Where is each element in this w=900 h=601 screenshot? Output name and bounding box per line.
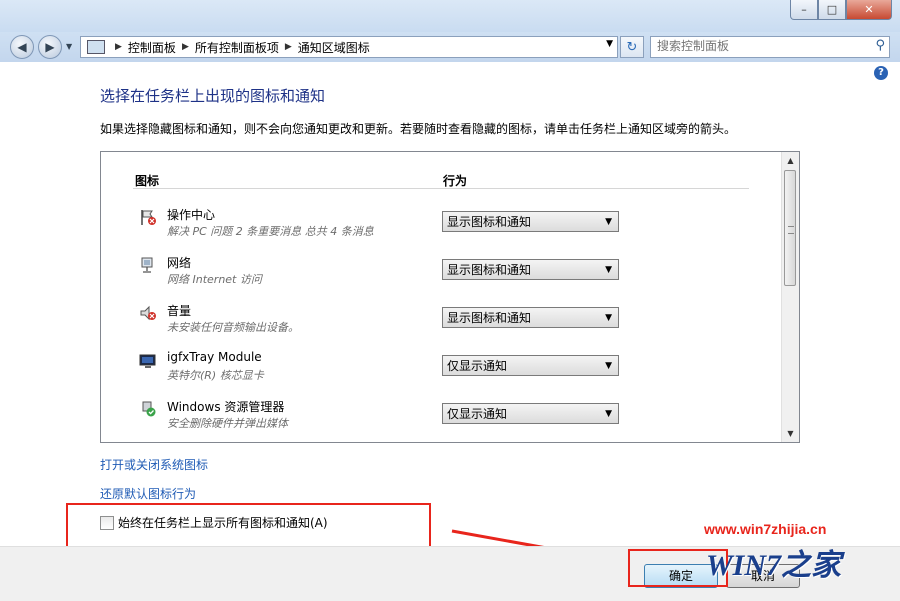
forward-button[interactable]: ▶ <box>38 35 62 59</box>
watermark-logo: WIN7之家 <box>706 549 842 582</box>
behavior-select[interactable]: 仅显示通知 ▼ <box>442 355 619 376</box>
behavior-select[interactable]: 仅显示通知 ▼ <box>442 403 619 424</box>
behavior-value: 仅显示通知 <box>447 359 508 373</box>
chevron-down-icon: ▼ <box>605 217 612 227</box>
title-bar: – □ ✕ <box>0 0 900 32</box>
search-box: ⚲ <box>650 36 890 58</box>
list-item: 网络 网络 Internet 访问 显示图标和通知 ▼ <box>101 254 771 300</box>
system-icons-link[interactable]: 打开或关闭系统图标 <box>100 456 208 473</box>
close-button[interactable]: ✕ <box>846 0 892 20</box>
behavior-select[interactable]: 显示图标和通知 ▼ <box>442 259 619 280</box>
breadcrumb-notification-icons[interactable]: 通知区域图标 <box>298 39 370 56</box>
column-header-behavior: 行为 <box>443 174 468 188</box>
item-name: 网络 <box>167 256 192 270</box>
item-description: 网络 Internet 访问 <box>167 273 262 286</box>
item-description: 解决 PC 问题 2 条重要消息 总共 4 条消息 <box>167 225 374 238</box>
column-header-icon: 图标 <box>135 174 160 188</box>
list-item: 音量 未安装任何音频输出设备。 显示图标和通知 ▼ <box>101 302 771 348</box>
search-icon[interactable]: ⚲ <box>875 38 885 53</box>
chevron-down-icon[interactable]: ▼ <box>606 39 613 49</box>
watermark-url: www.win7zhijia.cn <box>704 521 827 537</box>
main-content: ? 选择在任务栏上出现的图标和通知 如果选择隐藏图标和通知，则不会向您通知更改和… <box>0 62 900 546</box>
address-bar[interactable]: ▶ 控制面板 ▶ 所有控制面板项 ▶ 通知区域图标 ▼ <box>80 36 618 58</box>
flag-icon <box>141 210 156 225</box>
safe-remove-icon <box>142 401 156 417</box>
control-panel-icon <box>87 40 105 54</box>
item-description: 未安装任何音频输出设备。 <box>167 321 299 334</box>
chevron-down-icon: ▼ <box>605 265 612 275</box>
item-name: igfxTray Module <box>167 350 262 364</box>
chevron-right-icon[interactable]: ▶ <box>115 42 122 52</box>
behavior-value: 仅显示通知 <box>447 407 508 421</box>
annotation-box <box>66 503 431 548</box>
page-title: 选择在任务栏上出现的图标和通知 <box>100 87 326 105</box>
list-item: Windows 资源管理器 安全删除硬件并弹出媒体 仅显示通知 ▼ <box>101 398 771 442</box>
chevron-down-icon: ▼ <box>605 409 612 419</box>
behavior-value: 显示图标和通知 <box>447 215 532 229</box>
behavior-select[interactable]: 显示图标和通知 ▼ <box>442 307 619 328</box>
scroll-up-icon[interactable]: ▲ <box>782 152 799 169</box>
refresh-button[interactable]: ↻ <box>620 36 644 58</box>
network-icon <box>141 257 153 273</box>
notification-icons-list: 图标 行为 操作中心 解决 PC 问题 2 条重要消息 总共 4 条消息 显示图… <box>100 151 800 443</box>
breadcrumb-all-items[interactable]: 所有控制面板项 <box>195 39 279 56</box>
chevron-right-icon[interactable]: ▶ <box>182 42 189 52</box>
window-controls: – □ ✕ <box>790 0 892 20</box>
search-input[interactable] <box>651 37 867 55</box>
item-name: 音量 <box>167 304 192 318</box>
item-description: 英特尔(R) 核芯显卡 <box>167 369 264 382</box>
chevron-down-icon: ▼ <box>605 313 612 323</box>
page-description: 如果选择隐藏图标和通知，则不会向您通知更改和更新。若要随时查看隐藏的图标，请单击… <box>100 122 737 136</box>
back-button[interactable]: ◀ <box>10 35 34 59</box>
vertical-scrollbar[interactable]: ▲ ▼ <box>781 152 799 442</box>
navigation-bar: ◀ ▶ ▼ ▶ 控制面板 ▶ 所有控制面板项 ▶ 通知区域图标 ▼ ↻ ⚲ <box>0 32 900 62</box>
breadcrumb-control-panel[interactable]: 控制面板 <box>128 39 176 56</box>
help-icon[interactable]: ? <box>874 66 888 80</box>
monitor-icon <box>139 354 156 368</box>
restore-defaults-link[interactable]: 还原默认图标行为 <box>100 485 196 502</box>
list-item: 操作中心 解决 PC 问题 2 条重要消息 总共 4 条消息 显示图标和通知 ▼ <box>101 206 771 252</box>
minimize-button[interactable]: – <box>790 0 818 20</box>
item-description: 安全删除硬件并弹出媒体 <box>167 417 288 430</box>
list-item: igfxTray Module 英特尔(R) 核芯显卡 仅显示通知 ▼ <box>101 350 771 396</box>
header-divider <box>133 188 749 189</box>
volume-icon <box>140 305 156 321</box>
scroll-thumb[interactable] <box>784 170 796 286</box>
chevron-down-icon: ▼ <box>605 361 612 371</box>
item-name: 操作中心 <box>167 208 216 222</box>
grip-icon <box>788 226 794 234</box>
behavior-value: 显示图标和通知 <box>447 311 532 325</box>
item-name: Windows 资源管理器 <box>167 400 285 414</box>
behavior-select[interactable]: 显示图标和通知 ▼ <box>442 211 619 232</box>
refresh-icon: ↻ <box>626 39 638 55</box>
behavior-value: 显示图标和通知 <box>447 263 532 277</box>
chevron-right-icon[interactable]: ▶ <box>285 42 292 52</box>
scroll-down-icon[interactable]: ▼ <box>782 425 799 442</box>
maximize-button[interactable]: □ <box>818 0 846 20</box>
recent-pages-dropdown-icon[interactable]: ▼ <box>66 42 72 51</box>
